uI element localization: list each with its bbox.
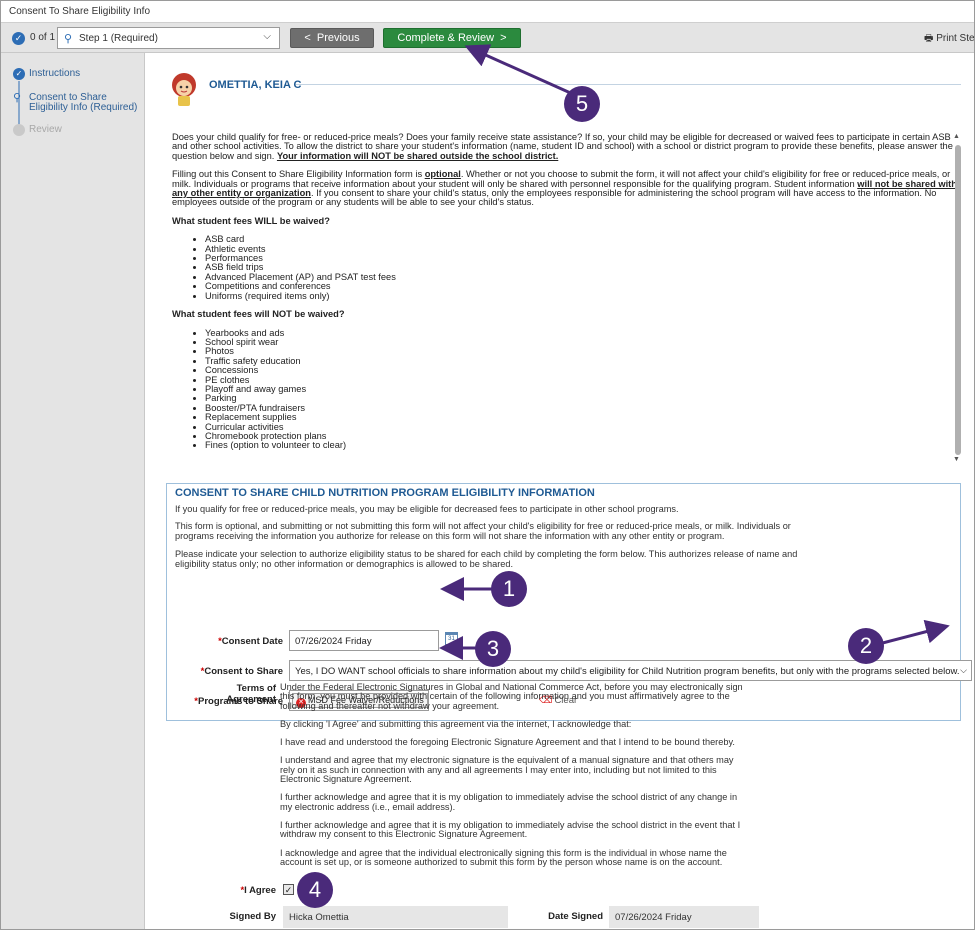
terms-paragraph: I understand and agree that my electroni…	[280, 755, 734, 785]
signed-by-label: Signed By	[229, 911, 276, 922]
callout-4: 4	[297, 872, 333, 908]
complete-label: Complete & Review	[397, 32, 495, 44]
list-item: Performances	[205, 253, 966, 263]
list-item: Uniforms (required items only)	[205, 291, 966, 301]
list-item: Concessions	[205, 365, 966, 375]
consent-share-label: *Consent to Share	[200, 666, 283, 677]
list-item: Playoff and away games	[205, 384, 966, 394]
sidebar-item-label: Instructions	[29, 68, 81, 79]
terms-label: Terms of Agreement	[226, 683, 276, 705]
list-item: Parking	[205, 393, 966, 403]
consent-date-label: *Consent Date	[218, 636, 283, 647]
waived-list: ASB card Athletic events Performances AS…	[205, 234, 966, 301]
info-paragraph-1: Does your child qualify for free- or red…	[172, 133, 966, 161]
location-pin-icon: ⚲	[64, 33, 73, 45]
consent-share-label-text: Consent to Share	[204, 666, 283, 677]
print-step-button[interactable]: 🖶 Print Ste	[924, 31, 975, 48]
list-item: ASB card	[205, 234, 966, 244]
callout-1: 1	[491, 571, 527, 607]
chevron-down-icon: ⌵	[960, 665, 967, 675]
waived-heading: What student fees WILL be waived?	[172, 215, 330, 226]
chevron-right-icon: >	[494, 32, 507, 44]
consent-text-3: Please indicate your selection to author…	[175, 549, 798, 569]
consent-select-value: Yes, I DO WANT school officials to share…	[295, 666, 960, 677]
step-circle-icon	[13, 124, 25, 136]
terms-text: Under the Federal Electronic Signatures …	[280, 682, 750, 876]
name-divider	[296, 84, 961, 85]
complete-review-button[interactable]: Complete & Review >	[383, 28, 521, 48]
previous-button[interactable]: < Previous	[290, 28, 374, 48]
list-item: Athletic events	[205, 244, 966, 254]
step-count: 0 of 1	[30, 32, 56, 43]
consent-text-2: This form is optional, and submitting or…	[175, 521, 791, 541]
terms-paragraph: Under the Federal Electronic Signatures …	[280, 682, 743, 711]
window-title: Consent To Share Eligibility Info	[1, 1, 974, 23]
scroll-thumb[interactable]	[955, 145, 961, 455]
step-select[interactable]: ⚲ Step 1 (Required) ⌵	[57, 27, 280, 49]
printer-icon: 🖶	[924, 33, 937, 44]
consent-date-label-text: Consent Date	[221, 636, 283, 647]
list-item: Booster/PTA fundraisers	[205, 403, 966, 413]
step-sidebar: ✓ Instructions ⚲ Consent to Share Eligib…	[1, 53, 145, 929]
step-select-value: Step 1 (Required)	[79, 33, 158, 44]
terms-paragraph: I acknowledge and agree that the individ…	[280, 847, 727, 867]
not-waived-list: Yearbooks and ads School spirit wear Pho…	[205, 328, 966, 451]
scroll-up-icon[interactable]: ▲	[953, 133, 960, 140]
location-pin-icon: ⚲	[13, 92, 22, 104]
terms-paragraph: I further acknowledge and agree that it …	[280, 819, 741, 840]
list-item: Fines (option to volunteer to clear)	[205, 440, 966, 450]
agree-label: *I Agree	[240, 885, 276, 896]
scroll-down-icon[interactable]: ▼	[953, 456, 960, 463]
print-label: Print Ste	[936, 33, 975, 44]
check-circle-icon: ✓	[13, 68, 25, 80]
callout-2: 2	[848, 628, 884, 664]
consent-text-1: If you qualify for free or reduced-price…	[175, 504, 679, 514]
student-name: OMETTIA, KEIA C	[209, 79, 302, 91]
not-waived-heading: What student fees will NOT be waived?	[172, 309, 345, 320]
info-emphasis: Your information will NOT be shared outs…	[276, 150, 559, 161]
terms-paragraph: By clicking 'I Agree' and submitting thi…	[280, 718, 632, 729]
callout-5: 5	[564, 86, 600, 122]
info-scrollbar[interactable]: ▲ ▼	[951, 133, 963, 465]
list-item: Replacement supplies	[205, 412, 966, 422]
sidebar-item-label: Review	[29, 124, 62, 135]
terms-paragraph: I further acknowledge and agree that it …	[280, 792, 738, 812]
main-content: OMETTIA, KEIA C Does your child qualify …	[146, 53, 974, 929]
terms-paragraph: I have read and understood the foregoing…	[280, 737, 735, 748]
chevron-down-icon: ⌵	[263, 31, 271, 42]
app-window: Consent To Share Eligibility Info ✓ 0 of…	[0, 0, 975, 930]
list-item: Yearbooks and ads	[205, 328, 966, 338]
check-circle-icon: ✓	[12, 32, 25, 45]
agree-label-text: I Agree	[244, 885, 276, 896]
agree-checkbox[interactable]: ✓	[283, 884, 294, 895]
signed-by-field: Hicka Omettia	[283, 906, 508, 928]
sidebar-item-label: Consent to Share Eligibility Info (Requi…	[29, 92, 138, 113]
toolbar: ✓ 0 of 1 ⚲ Step 1 (Required) ⌵ < Previou…	[1, 23, 975, 53]
list-item: School spirit wear	[205, 337, 966, 347]
calendar-icon[interactable]: 31	[445, 632, 458, 645]
student-avatar	[172, 73, 196, 106]
list-item: PE clothes	[205, 375, 966, 385]
list-item: Photos	[205, 346, 966, 356]
date-signed-label: Date Signed	[548, 911, 603, 922]
chevron-left-icon: <	[304, 32, 317, 44]
consent-title: CONSENT TO SHARE CHILD NUTRITION PROGRAM…	[175, 487, 599, 499]
callout-3: 3	[475, 631, 511, 667]
list-item: Traffic safety education	[205, 356, 966, 366]
previous-label: Previous	[316, 32, 360, 44]
info-panel: Does your child qualify for free- or red…	[172, 133, 966, 463]
info-paragraph-2: Filling out this Consent to Share Eligib…	[172, 169, 966, 208]
date-signed-field: 07/26/2024 Friday	[609, 906, 759, 928]
consent-date-field[interactable]: 07/26/2024 Friday	[289, 630, 439, 651]
